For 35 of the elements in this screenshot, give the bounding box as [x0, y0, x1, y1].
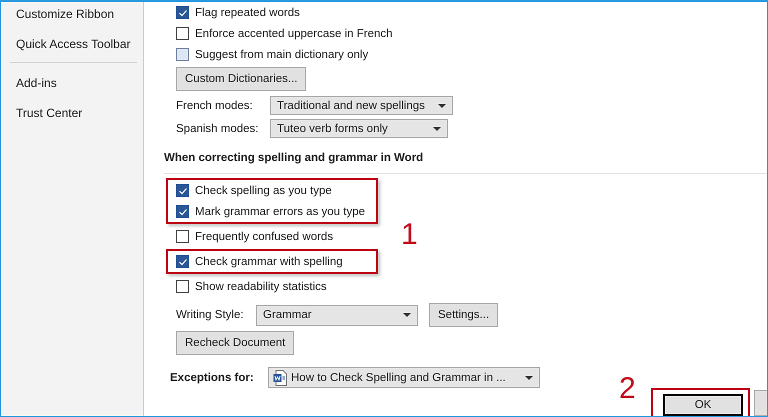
checkbox[interactable] — [176, 280, 189, 293]
checkbox[interactable] — [176, 6, 189, 19]
checkbox-label: Enforce accented uppercase in French — [195, 28, 393, 40]
exceptions-label: Exceptions for: — [170, 372, 255, 384]
sidebar-item[interactable]: Quick Access Toolbar — [1, 36, 143, 66]
checkbox[interactable] — [176, 205, 189, 218]
checkbox-label: Frequently confused words — [195, 230, 334, 242]
settings-button[interactable]: Settings... — [429, 303, 498, 327]
document-icon — [273, 370, 287, 386]
writing-style-dropdown[interactable]: Grammar — [256, 304, 418, 326]
mode-label: French modes: — [176, 100, 254, 112]
checkbox-label: Flag repeated words — [195, 6, 300, 18]
checkbox[interactable] — [176, 255, 189, 268]
callout-number: 2 — [619, 374, 636, 404]
exceptions-dropdown[interactable]: How to Check Spelling and Grammar in ... — [268, 367, 540, 388]
sidebar-item[interactable]: Trust Center — [1, 105, 143, 135]
mode-label: Spanish modes: — [176, 122, 260, 134]
checkbox-label: Mark grammar errors as you type — [195, 206, 365, 218]
sidebar-item[interactable]: Add-ins — [1, 75, 143, 105]
checkbox[interactable] — [176, 27, 189, 40]
checkbox[interactable] — [176, 184, 189, 197]
callout-number: 1 — [401, 220, 418, 250]
ok-button[interactable]: OK — [663, 394, 743, 416]
custom-dictionaries-button[interactable]: Custom Dictionaries... — [176, 67, 306, 91]
writing-style-label: Writing Style: — [176, 309, 245, 321]
section-heading: When correcting spelling and grammar in Word — [164, 152, 424, 166]
mode-dropdown[interactable]: Traditional and new spellings — [270, 96, 453, 115]
checkbox-label: Check spelling as you type — [195, 184, 332, 196]
checkbox[interactable] — [176, 230, 189, 243]
checkbox-label: Suggest from main dictionary only — [195, 48, 368, 60]
recheck-document-button[interactable]: Recheck Document — [176, 331, 294, 355]
checkbox-label: Check grammar with spelling — [195, 256, 343, 268]
sidebar-item[interactable]: Customize Ribbon — [1, 6, 143, 36]
mode-dropdown[interactable]: Tuteo verb forms only — [270, 119, 448, 138]
checkbox-label: Show readability statistics — [195, 280, 327, 292]
